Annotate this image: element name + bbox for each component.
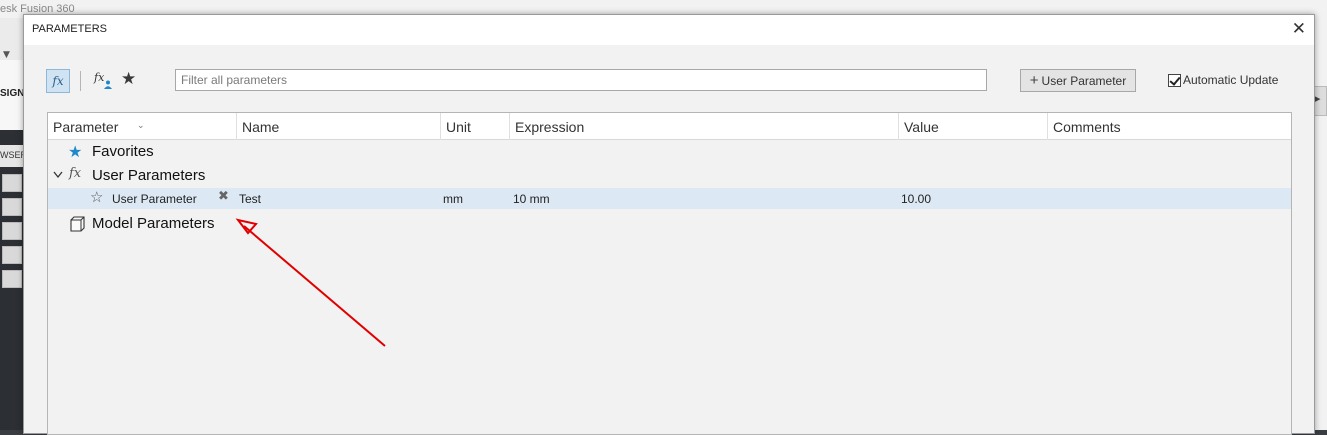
dropdown-arrow-icon[interactable]: ▼ (3, 50, 10, 60)
all-parameters-fx-button[interactable]: fx (46, 69, 70, 93)
sort-caret-icon: ⌄ (137, 120, 145, 130)
favorite-toggle-star-icon[interactable]: ☆ (90, 188, 103, 206)
user-parameters-group-row[interactable]: fx User Parameters (48, 163, 1291, 188)
favorites-filter-star-icon[interactable]: ★ (121, 69, 136, 89)
table-row[interactable]: ☆ User Parameter ✖ Test mm 10 mm 10.00 (48, 188, 1291, 209)
fx-group-icon: fx (69, 166, 82, 181)
delete-parameter-icon[interactable]: ✖ (218, 189, 229, 204)
column-header-unit[interactable]: Unit (441, 113, 510, 140)
fx-icon: fx (52, 74, 64, 88)
user-parameters-filter-button[interactable]: fx (94, 71, 114, 91)
workspace-label[interactable]: SIGN (0, 88, 24, 99)
hidden-icon[interactable] (2, 246, 22, 264)
visibility-icon[interactable] (2, 174, 22, 192)
unit-cell[interactable]: mm (443, 192, 463, 206)
fx-user-icon: fx (94, 71, 105, 84)
automatic-update-checkbox[interactable] (1168, 74, 1181, 87)
model-body-icon (70, 216, 85, 232)
column-header-parameter[interactable]: Parameter ⌄ (48, 113, 237, 140)
model-parameters-group-label: Model Parameters (92, 215, 215, 232)
plus-icon: + (1029, 72, 1039, 89)
column-header-expression[interactable]: Expression (510, 113, 899, 140)
model-parameters-group-row[interactable]: Model Parameters (48, 211, 1291, 236)
chevron-down-icon[interactable] (53, 171, 63, 179)
column-header-comments[interactable]: Comments (1048, 113, 1291, 140)
table-header: Parameter ⌄ Name Unit Expression Value C… (48, 113, 1291, 140)
app-toolbar: ▼ (0, 18, 24, 60)
dialog-title: PARAMETERS (32, 23, 107, 35)
filter-input[interactable] (175, 69, 987, 91)
name-cell[interactable]: Test (239, 192, 261, 206)
add-user-parameter-button[interactable]: + User Parameter (1020, 69, 1136, 92)
expression-cell[interactable]: 10 mm (513, 192, 550, 206)
settings-icon[interactable] (2, 198, 22, 216)
column-header-value[interactable]: Value (899, 113, 1048, 140)
user-parameters-group-label: User Parameters (92, 167, 206, 184)
favorites-group-row[interactable]: ★ Favorites (48, 140, 1291, 163)
person-icon (104, 80, 112, 89)
close-button[interactable]: ✕ (1292, 19, 1306, 39)
eye-icon[interactable] (2, 270, 22, 288)
parameters-table: Parameter ⌄ Name Unit Expression Value C… (47, 112, 1292, 435)
folder-icon[interactable] (2, 222, 22, 240)
automatic-update-label[interactable]: Automatic Update (1183, 73, 1278, 87)
favorites-star-icon: ★ (68, 142, 83, 161)
value-cell: 10.00 (901, 192, 932, 206)
favorites-group-label: Favorites (92, 143, 154, 160)
column-header-name[interactable]: Name (237, 113, 441, 140)
parameter-cell: User Parameter (112, 192, 197, 206)
add-user-parameter-label: User Parameter (1041, 73, 1127, 88)
dialog-titlebar: PARAMETERS ✕ (24, 15, 1314, 45)
parameters-dialog: PARAMETERS ✕ fx fx ★ + User Parameter Au… (23, 14, 1315, 435)
toolbar-divider (80, 71, 81, 91)
